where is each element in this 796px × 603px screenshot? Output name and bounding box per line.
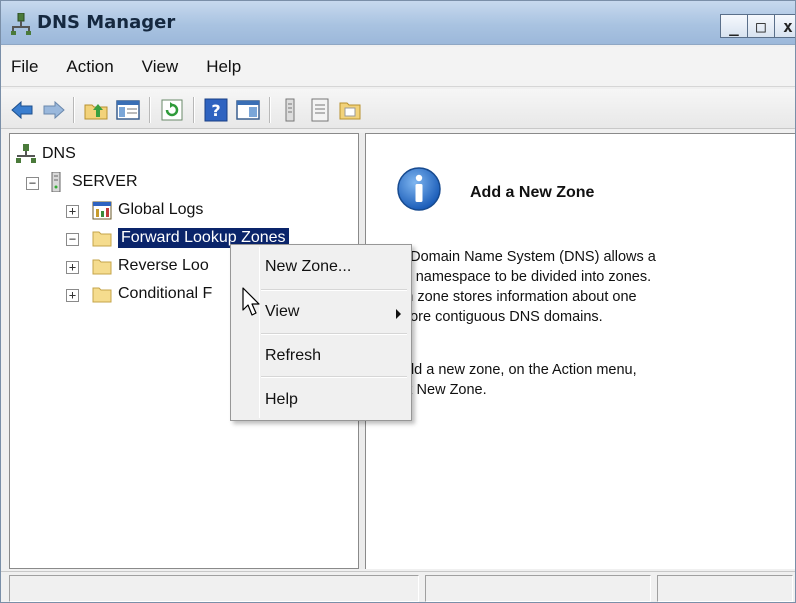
close-button[interactable]: x	[774, 14, 795, 38]
menu-bar: File Action View Help	[1, 47, 795, 87]
dns-manager-window: DNS Manager _ □ x File Action View Help	[0, 0, 796, 603]
up-folder-icon[interactable]	[83, 97, 109, 123]
menu-help[interactable]: Help	[206, 57, 241, 77]
detail-text-line: IS namespace to be divided into zones.	[398, 269, 652, 285]
context-menu-help[interactable]: Help	[265, 391, 298, 409]
detail-heading: Add a New Zone	[470, 184, 595, 201]
tree-node-reverse-lookup-zones[interactable]: Reverse Loo	[92, 254, 209, 278]
help-icon[interactable]: ?	[203, 97, 229, 123]
server-icon[interactable]	[277, 97, 303, 123]
tree-expander-global-logs[interactable]: +	[66, 205, 79, 218]
event-log-icon	[92, 201, 112, 220]
toolbar: ?	[1, 89, 795, 129]
window-title: DNS Manager	[37, 12, 176, 33]
tree-expander-server[interactable]: −	[26, 177, 39, 190]
context-menu-gutter	[259, 247, 260, 418]
detail-text-line: ch zone stores information about one	[398, 289, 637, 305]
detail-text-line: add a new zone, on the Action menu,	[398, 362, 637, 378]
context-menu-new-zone[interactable]: New Zone...	[265, 258, 351, 276]
tree-node-dns[interactable]: DNS	[16, 142, 76, 166]
tree-label-server: SERVER	[72, 173, 138, 190]
tree-expander-reverse-lookup-zones[interactable]: +	[66, 261, 79, 274]
dns-app-icon	[11, 13, 31, 35]
tree-expander-forward-lookup-zones[interactable]: −	[66, 233, 79, 246]
status-bar	[1, 571, 795, 602]
status-panel	[9, 575, 419, 602]
folder-icon	[92, 231, 112, 247]
tree-expander-conditional-forwarders[interactable]: +	[66, 289, 79, 302]
context-menu-separator	[261, 289, 407, 291]
folder-icon[interactable]	[337, 97, 363, 123]
detail-text-line: more contiguous DNS domains.	[398, 309, 603, 325]
submenu-arrow-icon	[396, 309, 401, 319]
server-icon	[51, 172, 61, 192]
dns-icon	[16, 144, 36, 163]
context-menu-view[interactable]: View	[265, 303, 299, 321]
toolbar-separator	[73, 97, 75, 123]
menu-file[interactable]: File	[11, 57, 38, 77]
tree-label-reverse-lookup-zones: Reverse Loo	[118, 257, 209, 274]
context-menu-separator	[261, 376, 407, 378]
maximize-button[interactable]: □	[747, 14, 775, 38]
tree-label-conditional-forwarders: Conditional F	[118, 285, 213, 302]
info-icon	[397, 167, 441, 211]
tree-label-dns: DNS	[42, 145, 76, 162]
toolbar-separator	[149, 97, 151, 123]
tree-label-global-logs: Global Logs	[118, 201, 204, 218]
minimize-button[interactable]: _	[720, 14, 748, 38]
detail-text-line: e Domain Name System (DNS) allows a	[398, 249, 656, 265]
svg-text:?: ?	[211, 101, 220, 120]
menu-view[interactable]: View	[142, 57, 179, 77]
menu-action[interactable]: Action	[66, 57, 113, 77]
context-menu-refresh[interactable]: Refresh	[265, 347, 321, 365]
toolbar-separator	[269, 97, 271, 123]
context-menu-separator	[261, 333, 407, 335]
tree-node-conditional-forwarders[interactable]: Conditional F	[92, 282, 212, 306]
tree-node-server[interactable]: SERVER	[46, 170, 138, 194]
back-icon[interactable]	[9, 97, 35, 123]
context-menu: New Zone... View Refresh Help	[230, 244, 412, 421]
window-controls: _ □ x	[720, 14, 795, 38]
list-icon[interactable]	[307, 97, 333, 123]
status-panel	[425, 575, 651, 602]
result-pane: Add a New Zone e Domain Name System (DNS…	[365, 133, 795, 569]
tree-node-global-logs[interactable]: Global Logs	[92, 198, 203, 222]
folder-icon	[92, 287, 112, 303]
console-icon[interactable]	[235, 97, 261, 123]
status-panel	[657, 575, 793, 602]
show-hide-console-tree-icon[interactable]	[115, 97, 141, 123]
toolbar-separator	[193, 97, 195, 123]
forward-icon[interactable]	[41, 97, 67, 123]
folder-icon	[92, 259, 112, 275]
mouse-pointer-icon	[242, 287, 260, 316]
title-bar[interactable]: DNS Manager _ □ x	[1, 1, 795, 45]
refresh-icon[interactable]	[159, 97, 185, 123]
